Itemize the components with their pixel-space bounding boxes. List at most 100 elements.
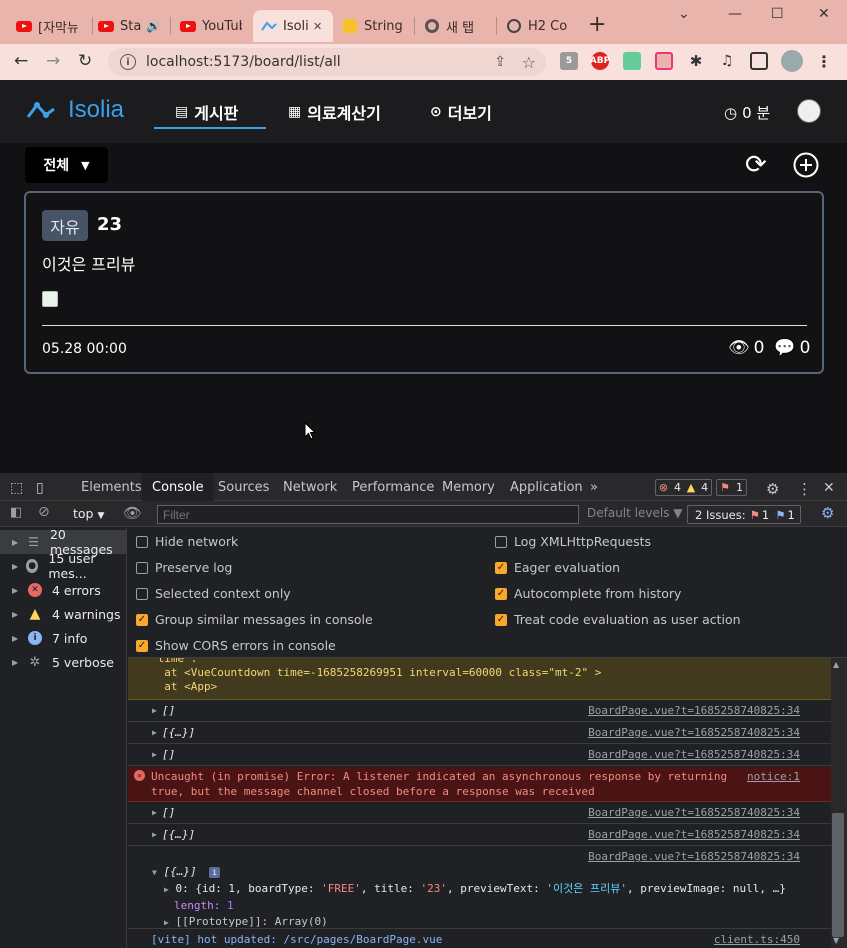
extension-icon[interactable] bbox=[655, 52, 673, 70]
default-levels-dropdown[interactable]: Default levels ▼ bbox=[587, 506, 683, 520]
preserve-log-checkbox[interactable]: Preserve log bbox=[136, 560, 232, 575]
sidebar-item-info[interactable]: ▶ i 7 info bbox=[0, 626, 127, 650]
group-similar-checkbox[interactable]: ✓ Group similar messages in console bbox=[136, 612, 373, 627]
checkbox-box[interactable] bbox=[136, 587, 148, 600]
sidepanel-icon[interactable] bbox=[750, 52, 768, 70]
expand-arrow-icon[interactable]: ▶ bbox=[152, 744, 157, 766]
maximize-button[interactable]: ☐ bbox=[771, 6, 784, 22]
source-link[interactable]: BoardPage.vue?t=1685258740825:34 bbox=[588, 722, 800, 744]
speaker-icon[interactable]: 🔊 bbox=[146, 19, 161, 33]
sidebar-toggle-icon[interactable]: ◧ bbox=[10, 505, 22, 520]
checkbox-box[interactable] bbox=[495, 535, 507, 548]
console-filter-input[interactable] bbox=[157, 505, 579, 524]
browser-tab[interactable]: YouTub bbox=[172, 10, 252, 42]
checkbox-box[interactable]: ✓ bbox=[136, 639, 148, 652]
eager-eval-checkbox[interactable]: ✓ Eager evaluation bbox=[495, 560, 620, 575]
tab-application[interactable]: Application bbox=[510, 480, 583, 495]
nav-calculator[interactable]: ▦ 의료계산기 bbox=[288, 100, 381, 124]
issues-button[interactable]: 2 Issues: ⚑ 1 ⚑ 1 bbox=[687, 505, 801, 524]
avatar[interactable] bbox=[797, 99, 821, 123]
sidebar-item-warnings[interactable]: ▶ ▲ 4 warnings bbox=[0, 602, 127, 626]
checkbox-box[interactable]: ✓ bbox=[136, 613, 148, 626]
sidebar-item-verbose[interactable]: ▶ ✲ 5 verbose bbox=[0, 650, 127, 674]
clear-console-icon[interactable]: ⊘ bbox=[38, 504, 50, 520]
checkbox-box[interactable]: ✓ bbox=[495, 587, 507, 600]
expand-arrow-icon[interactable]: ▶ bbox=[152, 700, 157, 722]
console-row[interactable]: ▶ [] BoardPage.vue?t=1685258740825:34 bbox=[128, 744, 831, 766]
browser-tab[interactable]: 새 탭 bbox=[416, 10, 496, 42]
bookmark-star-icon[interactable]: ☆ bbox=[522, 53, 536, 72]
source-link[interactable]: BoardPage.vue?t=1685258740825:34 bbox=[588, 802, 800, 824]
tab-network[interactable]: Network bbox=[283, 480, 337, 495]
tab-search-icon[interactable]: ⌄ bbox=[678, 6, 690, 22]
console-row[interactable]: ▶ [] BoardPage.vue?t=1685258740825:34 bbox=[128, 700, 831, 722]
minimize-button[interactable]: — bbox=[728, 6, 742, 22]
tab-elements[interactable]: Elements bbox=[81, 480, 142, 495]
log-xhr-checkbox[interactable]: Log XMLHttpRequests bbox=[495, 534, 651, 549]
source-link[interactable]: notice:1 bbox=[747, 769, 800, 784]
collapse-arrow-icon[interactable]: ▼ bbox=[152, 868, 157, 877]
source-link[interactable]: BoardPage.vue?t=1685258740825:34 bbox=[588, 700, 800, 722]
url-bar[interactable]: i localhost:5173/board/list/all ⇪ ☆ bbox=[108, 48, 546, 76]
treat-eval-checkbox[interactable]: ✓ Treat code evaluation as user action bbox=[495, 612, 741, 627]
console-row[interactable]: ▶ [{…}] BoardPage.vue?t=1685258740825:34 bbox=[128, 722, 831, 744]
source-link[interactable]: BoardPage.vue?t=1685258740825:34 bbox=[588, 744, 800, 766]
tab-console[interactable]: Console bbox=[142, 473, 214, 501]
expand-arrow-icon[interactable]: ▶ bbox=[12, 586, 28, 595]
eye-icon[interactable]: 👁 bbox=[123, 504, 142, 522]
expand-arrow-icon[interactable]: ▶ bbox=[164, 885, 169, 894]
browser-tab[interactable]: String bbox=[334, 10, 414, 42]
source-link[interactable]: BoardPage.vue?t=1685258740825:34 bbox=[588, 824, 800, 846]
scrollbar-thumb[interactable] bbox=[832, 813, 844, 937]
gear-icon[interactable]: ⚙ bbox=[766, 480, 779, 498]
issues-counter[interactable]: ⚑ 1 bbox=[716, 479, 747, 496]
context-selector[interactable]: top ▼ bbox=[73, 506, 104, 521]
adblock-icon[interactable]: ABP bbox=[590, 52, 610, 70]
more-options-icon[interactable]: ⋮ bbox=[797, 480, 812, 498]
checkbox-box[interactable] bbox=[136, 535, 148, 548]
close-window-button[interactable]: ✕ bbox=[818, 6, 830, 22]
console-row[interactable]: ▶ [{…}] BoardPage.vue?t=1685258740825:34 bbox=[128, 824, 831, 846]
hide-network-checkbox[interactable]: Hide network bbox=[136, 534, 238, 549]
sidebar-item-errors[interactable]: ▶ ✕ 4 errors bbox=[0, 578, 127, 602]
checkbox-box[interactable]: ✓ bbox=[495, 561, 507, 574]
site-info-icon[interactable]: i bbox=[120, 54, 136, 70]
more-tabs-icon[interactable]: » bbox=[590, 480, 598, 495]
media-icon[interactable]: ♫ bbox=[718, 52, 736, 70]
device-toggle-icon[interactable]: ▯ bbox=[36, 480, 44, 496]
array-item[interactable]: ▶ 0: {id: 1, boardType: 'FREE', title: '… bbox=[128, 881, 831, 898]
expand-arrow-icon[interactable]: ▶ bbox=[164, 918, 169, 927]
nav-board[interactable]: ▤ 게시판 bbox=[175, 100, 238, 124]
add-post-button[interactable] bbox=[793, 152, 819, 183]
scroll-down-icon[interactable]: ▼ bbox=[833, 936, 839, 945]
expand-arrow-icon[interactable]: ▶ bbox=[12, 538, 27, 547]
sidebar-item-user-messages[interactable]: ▶ ● 15 user mes... bbox=[0, 551, 127, 581]
refresh-button[interactable]: ⟳ bbox=[745, 152, 767, 178]
expand-arrow-icon[interactable]: ▶ bbox=[152, 722, 157, 744]
expand-arrow-icon[interactable]: ▶ bbox=[12, 562, 26, 571]
array-head[interactable]: ▼ [{…}] i bbox=[128, 864, 831, 881]
autocomplete-checkbox[interactable]: ✓ Autocomplete from history bbox=[495, 586, 681, 601]
browser-tab[interactable]: [자막뉴 bbox=[8, 10, 92, 42]
expand-arrow-icon[interactable]: ▶ bbox=[12, 610, 28, 619]
console-row[interactable]: [vite] hot updated: /src/pages/BoardPage… bbox=[128, 928, 831, 948]
css-icon[interactable]: 5 bbox=[560, 52, 578, 70]
scroll-up-icon[interactable]: ▲ bbox=[833, 660, 839, 669]
brand-logo[interactable]: Isolia bbox=[26, 96, 124, 124]
expand-arrow-icon[interactable]: ▶ bbox=[12, 658, 28, 667]
browser-tab[interactable]: H2 Con bbox=[498, 10, 578, 42]
close-devtools-icon[interactable]: ✕ bbox=[823, 480, 835, 496]
tab-performance[interactable]: Performance bbox=[352, 480, 434, 495]
console-row[interactable]: ▶ [] BoardPage.vue?t=1685258740825:34 bbox=[128, 802, 831, 824]
tab-memory[interactable]: Memory bbox=[442, 480, 495, 495]
new-tab-button[interactable]: + bbox=[588, 12, 606, 38]
expand-arrow-icon[interactable]: ▶ bbox=[12, 634, 28, 643]
tab-sources[interactable]: Sources bbox=[218, 480, 269, 495]
console-settings-icon[interactable]: ⚙ bbox=[821, 504, 834, 522]
back-icon[interactable]: ← bbox=[14, 51, 28, 71]
browser-tab-active[interactable]: Isoli ✕ bbox=[253, 10, 333, 42]
nav-more[interactable]: ⊙ 더보기 bbox=[430, 100, 492, 124]
browser-tab[interactable]: Star 🔊 bbox=[90, 10, 170, 42]
reload-icon[interactable]: ↻ bbox=[78, 51, 92, 71]
expand-arrow-icon[interactable]: ▶ bbox=[152, 824, 157, 846]
